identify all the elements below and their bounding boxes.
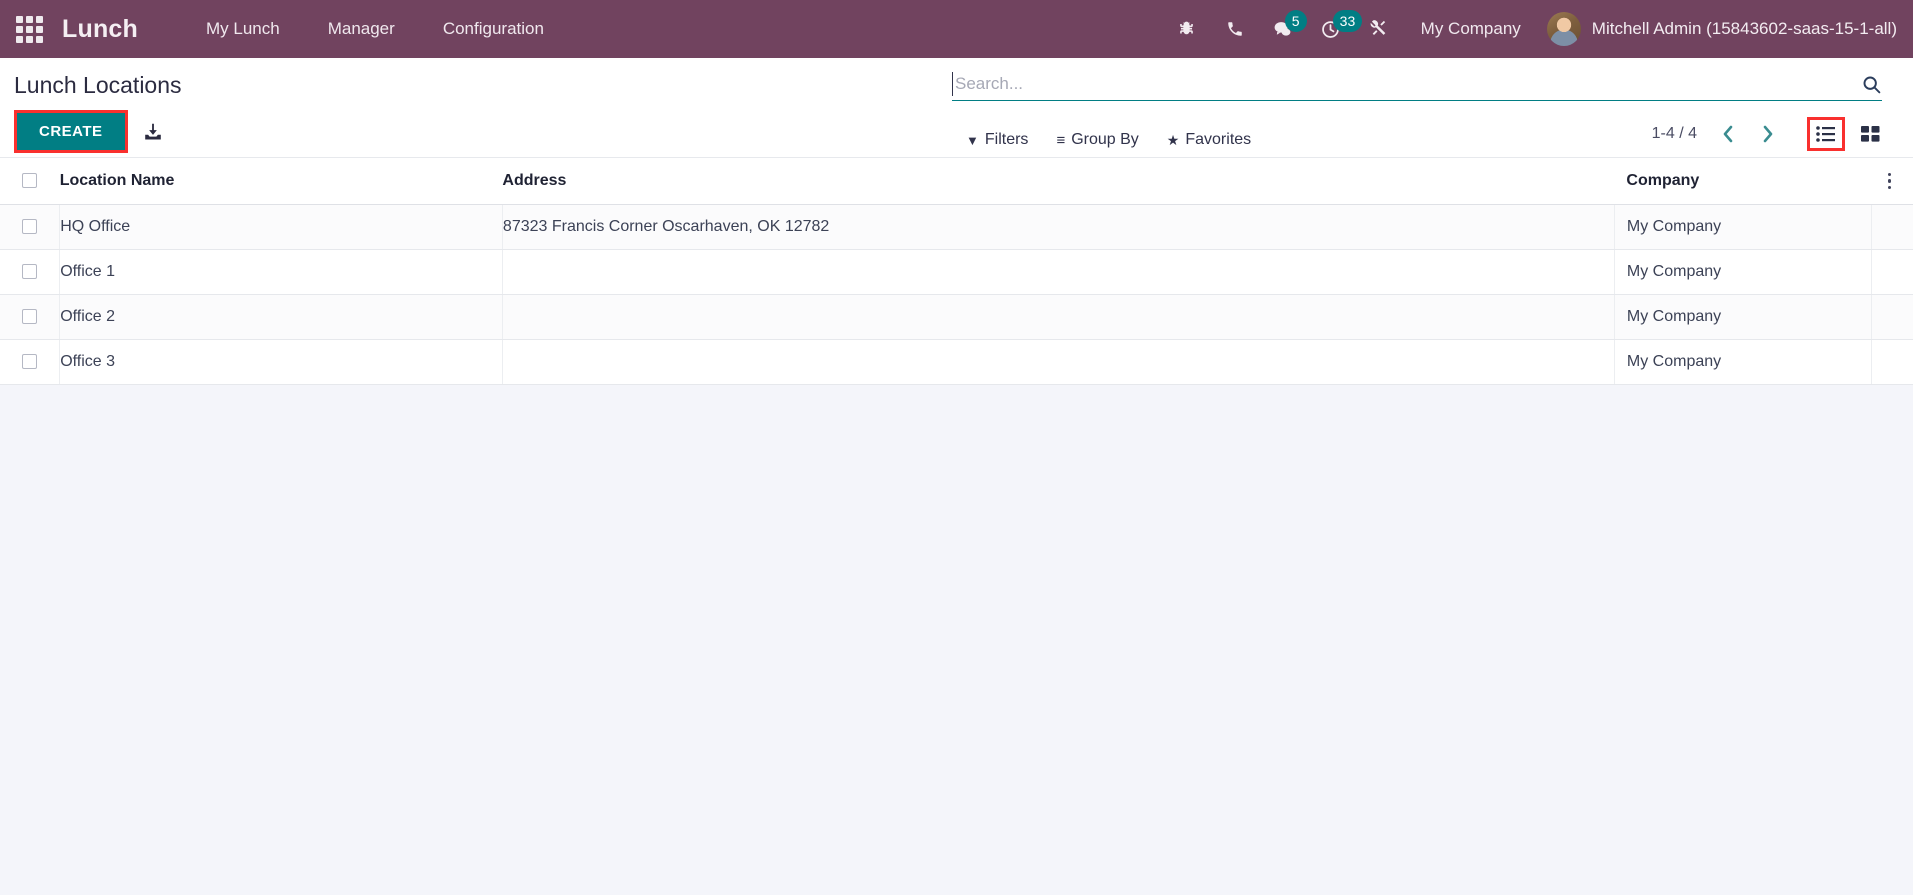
row-select-cell (0, 204, 61, 250)
cell-location-name: Office 3 (59, 339, 503, 385)
cell-location-name: Office 1 (59, 249, 503, 295)
cell-company: My Company (1614, 204, 1873, 250)
page-background-filler (0, 385, 1913, 895)
select-all-header (0, 158, 60, 205)
control-panel-bottom: CREATE ▼ Filters ≡ Group By ★ Favorites (14, 110, 1899, 157)
row-checkbox[interactable] (22, 354, 38, 370)
avatar (1546, 12, 1581, 46)
table-body: HQ Office 87323 Francis Corner Oscarhave… (0, 204, 1913, 385)
search-options: ▼ Filters ≡ Group By ★ Favorites (966, 131, 1251, 149)
user-name-label: Mitchell Admin (15843602-saas-15-1-all) (1591, 19, 1897, 38)
list-view-table-container: Location Name Address Company HQ Office … (0, 158, 1913, 385)
tools-icon[interactable] (1355, 0, 1403, 58)
top-navbar: Lunch My Lunch Manager Configuration 5 3… (0, 0, 1913, 58)
row-checkbox[interactable] (22, 264, 38, 280)
column-header-address[interactable]: Address (502, 158, 1615, 205)
create-button-highlight: CREATE (14, 110, 128, 153)
apps-grid-icon (15, 15, 43, 43)
table-row[interactable]: HQ Office 87323 Francis Corner Oscarhave… (0, 204, 1913, 250)
cell-options (1871, 339, 1913, 385)
activities-clock-icon[interactable]: 33 (1307, 0, 1363, 58)
cell-address (502, 249, 1615, 295)
filters-label: Filters (984, 131, 1029, 148)
optional-columns-header (1871, 158, 1913, 205)
table-row[interactable]: Office 3 My Company (0, 339, 1913, 385)
control-panel-top: Lunch Locations (14, 58, 1899, 110)
row-select-cell (0, 249, 61, 295)
user-menu[interactable]: Mitchell Admin (15843602-saas-15-1-all) (1539, 12, 1897, 46)
create-button[interactable]: CREATE (17, 113, 125, 150)
menu-my-lunch[interactable]: My Lunch (182, 0, 304, 58)
cell-company: My Company (1614, 294, 1873, 340)
group-by-label: Group By (1071, 131, 1139, 148)
page-title: Lunch Locations (14, 72, 182, 98)
filters-dropdown[interactable]: ▼ Filters (966, 131, 1028, 149)
table-header: Location Name Address Company (0, 158, 1913, 205)
cell-company: My Company (1614, 339, 1873, 385)
searchview (952, 72, 1882, 101)
chevron-left-icon[interactable] (1713, 119, 1743, 149)
favorites-label: Favorites (1185, 131, 1252, 148)
hamburger-icon: ≡ (1056, 131, 1066, 149)
cell-address: 87323 Francis Corner Oscarhaven, OK 1278… (502, 204, 1615, 250)
table-row[interactable]: Office 2 My Company (0, 294, 1913, 340)
app-brand-lunch[interactable]: Lunch (62, 15, 138, 44)
row-select-cell (0, 339, 61, 385)
cell-location-name: Office 2 (59, 294, 503, 340)
messages-icon[interactable]: 5 (1259, 0, 1307, 58)
table-header-row: Location Name Address Company (0, 158, 1913, 205)
search-input[interactable] (952, 72, 1851, 96)
bug-icon[interactable] (1163, 0, 1211, 58)
cell-address (502, 294, 1615, 340)
favorites-dropdown[interactable]: ★ Favorites (1167, 131, 1251, 149)
phone-icon[interactable] (1211, 0, 1259, 58)
kanban-view-icon[interactable] (1851, 117, 1889, 151)
list-view-icon[interactable] (1807, 117, 1845, 151)
group-by-dropdown[interactable]: ≡ Group By (1056, 131, 1138, 149)
cell-address (502, 339, 1615, 385)
action-buttons: CREATE (14, 110, 164, 157)
company-switcher[interactable]: My Company (1403, 19, 1539, 39)
messages-badge: 5 (1284, 10, 1307, 32)
select-all-checkbox[interactable] (22, 173, 38, 189)
star-icon: ★ (1166, 131, 1180, 148)
row-checkbox[interactable] (22, 309, 38, 325)
funnel-icon: ▼ (966, 132, 979, 148)
chevron-right-icon[interactable] (1753, 119, 1783, 149)
row-checkbox[interactable] (22, 219, 38, 235)
import-download-icon[interactable] (142, 121, 164, 143)
column-header-company[interactable]: Company (1614, 158, 1872, 205)
cell-company: My Company (1614, 249, 1873, 295)
table-row[interactable]: Office 1 My Company (0, 249, 1913, 295)
pager-and-views: 1-4 / 4 (1652, 117, 1889, 151)
search-icon[interactable] (1851, 74, 1882, 95)
view-switcher (1807, 117, 1889, 151)
cell-options (1871, 204, 1913, 250)
control-panel: Lunch Locations CREATE (0, 58, 1913, 158)
row-select-cell (0, 294, 61, 340)
locations-table: Location Name Address Company HQ Office … (0, 158, 1913, 385)
menu-manager[interactable]: Manager (304, 0, 419, 58)
apps-menu-button[interactable] (0, 0, 58, 58)
navbar-right-group: 5 33 My Company Mitchell Admin (15843602… (1163, 0, 1913, 58)
vertical-dots-icon[interactable] (1872, 172, 1913, 190)
cell-location-name: HQ Office (59, 204, 503, 250)
menu-configuration[interactable]: Configuration (419, 0, 568, 58)
cell-options (1871, 249, 1913, 295)
column-header-location-name[interactable]: Location Name (59, 158, 503, 205)
cell-options (1871, 294, 1913, 340)
pager-range: 1-4 / 4 (1651, 125, 1697, 142)
